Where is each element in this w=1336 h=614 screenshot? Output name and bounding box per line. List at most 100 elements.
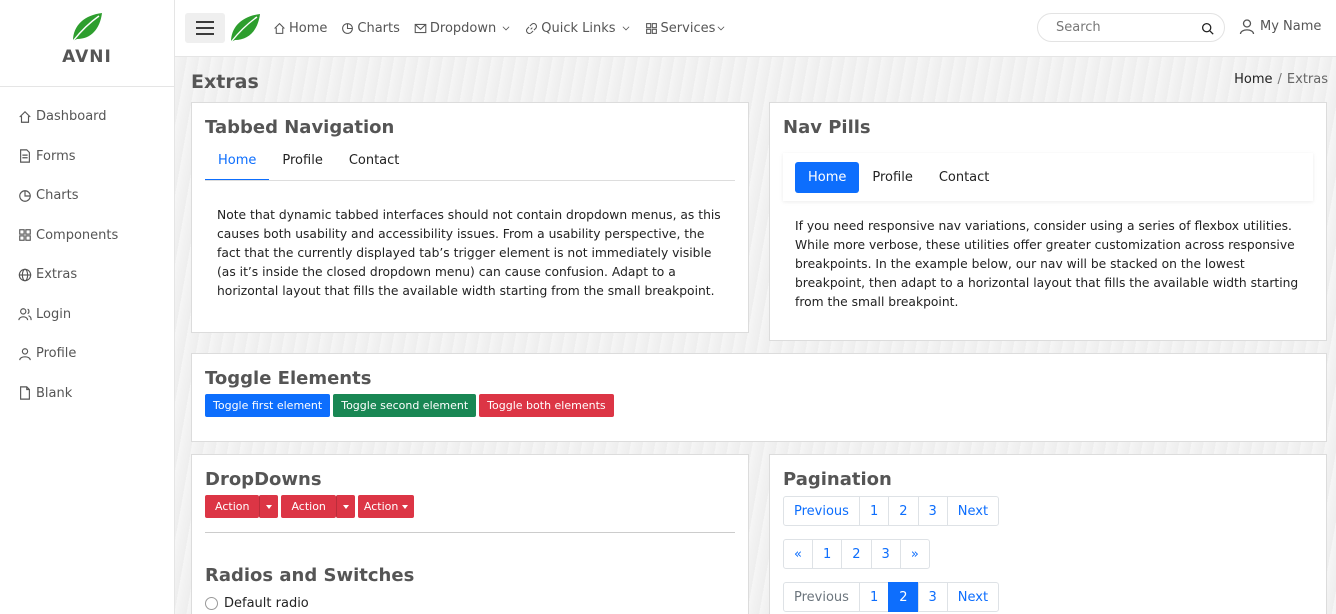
pagination-row: Previous 1 2 3 Next	[783, 582, 1313, 612]
users-icon	[18, 308, 32, 321]
pills-content-text: If you need responsive nav variations, c…	[795, 219, 1299, 309]
card-title: DropDowns	[205, 469, 322, 490]
pill-contact[interactable]: Contact	[926, 162, 1003, 193]
radios-title: Radios and Switches	[205, 565, 415, 586]
topnav-charts[interactable]: Charts	[341, 21, 400, 36]
sidebar-item-label: Forms	[36, 148, 76, 164]
topnav-quick-links[interactable]: Quick Links	[525, 21, 630, 36]
tab-profile[interactable]: Profile	[269, 149, 335, 180]
action-button[interactable]: Action	[281, 495, 336, 518]
topnav-dropdown[interactable]: Dropdown	[414, 21, 511, 36]
page-1[interactable]: 1	[858, 496, 890, 526]
toggle-second-button[interactable]: Toggle second element	[333, 394, 477, 417]
topnav-label: Home	[289, 20, 328, 36]
search-input[interactable]	[1056, 20, 1196, 35]
main-content: Extras Home / Extras Tabbed Navigation Hom…	[175, 57, 1336, 614]
radio-circle[interactable]	[205, 597, 218, 610]
page-2[interactable]: 2	[888, 496, 919, 526]
sidebar: AVNI Dashboard Forms Charts Components E…	[0, 0, 175, 614]
pill-home[interactable]: Home	[795, 161, 860, 193]
file-icon	[20, 149, 30, 163]
pagination-row: « 1 2 3 »	[783, 539, 1313, 569]
mail-icon	[414, 23, 427, 33]
page-2[interactable]: 2	[888, 582, 919, 612]
brand-name: AVNI	[62, 47, 112, 67]
split-dropdown: Action	[281, 495, 355, 518]
globe-icon	[18, 268, 32, 282]
user-menu[interactable]: My Name	[1239, 18, 1321, 35]
sidebar-item-dashboard[interactable]: Dashboard	[0, 97, 174, 137]
page-first[interactable]: «	[783, 539, 813, 569]
toggle-both-button[interactable]: Toggle both elements	[479, 394, 614, 417]
grid-icon	[645, 22, 657, 34]
leaf-logo-icon[interactable]	[227, 12, 263, 44]
topnav-label: Charts	[357, 20, 400, 36]
breadcrumb-home[interactable]: Home	[1234, 72, 1272, 87]
page-3[interactable]: 3	[870, 539, 901, 569]
sidebar-item-login[interactable]: Login	[0, 295, 174, 335]
page-next[interactable]: Next	[946, 496, 1000, 526]
toggle-first-button[interactable]: Toggle first element	[205, 394, 331, 417]
action-label: Action	[363, 500, 399, 513]
tab-content-text: Note that dynamic tabbed interfaces shou…	[217, 208, 721, 298]
page-2[interactable]: 2	[841, 539, 872, 569]
sidebar-item-label: Components	[36, 227, 119, 243]
dropdown-buttons: Action Action Action	[205, 495, 735, 533]
search-icon[interactable]	[1201, 22, 1214, 35]
sidebar-item-forms[interactable]: Forms	[0, 137, 174, 177]
dropdowns-card: DropDowns Action Action Action Radios an…	[191, 454, 749, 614]
topnav-services[interactable]: Services	[645, 21, 727, 36]
tab-list: Home Profile Contact	[205, 149, 735, 181]
tab-contact[interactable]: Contact	[336, 149, 413, 180]
user-icon	[19, 347, 31, 361]
default-radio[interactable]: Default radio	[205, 596, 735, 611]
page-title: Extras	[191, 71, 259, 93]
page-1[interactable]: 1	[811, 539, 843, 569]
page-previous[interactable]: Previous	[783, 496, 860, 526]
page-3[interactable]: 3	[917, 496, 948, 526]
split-dropdown: Action	[205, 495, 279, 518]
breadcrumb: Home / Extras	[1234, 72, 1328, 87]
tabbed-navigation-card: Tabbed Navigation Home Profile Contact N…	[191, 102, 749, 333]
sidebar-item-profile[interactable]: Profile	[0, 334, 174, 374]
page-previous[interactable]: Previous	[783, 582, 860, 612]
page-last[interactable]: »	[899, 539, 930, 569]
pie-chart-icon	[19, 189, 31, 202]
grid-icon	[19, 229, 31, 242]
sidebar-item-label: Profile	[36, 346, 77, 362]
topnav-label: Dropdown	[429, 20, 497, 36]
card-title: Pagination	[783, 469, 892, 490]
topnav-home[interactable]: Home	[273, 21, 327, 36]
breadcrumb-current: Extras	[1286, 72, 1328, 87]
home-icon	[19, 110, 31, 123]
sidebar-item-extras[interactable]: Extras	[0, 255, 174, 295]
menu-toggle-button[interactable]	[185, 13, 225, 43]
top-nav: Home Charts Dropdown Quick Links Service…	[273, 21, 740, 36]
pill-profile[interactable]: Profile	[859, 162, 925, 193]
brand[interactable]: AVNI	[0, 0, 174, 87]
radio-label: Default radio	[224, 596, 309, 611]
sidebar-item-components[interactable]: Components	[0, 216, 174, 256]
pill-list: Home Profile Contact	[783, 153, 1313, 201]
tab-home[interactable]: Home	[205, 149, 270, 180]
chevron-down-icon	[502, 26, 510, 31]
leaf-logo-icon	[72, 13, 102, 42]
hamburger-icon	[196, 21, 214, 35]
sidebar-item-charts[interactable]: Charts	[0, 176, 174, 216]
toggle-buttons: Toggle first element Toggle second elemen…	[205, 394, 1313, 417]
page-3[interactable]: 3	[917, 582, 948, 612]
action-button[interactable]: Action	[205, 495, 260, 518]
sidebar-item-label: Charts	[36, 188, 79, 204]
dropdown-toggle-button[interactable]	[335, 495, 355, 518]
topbar: Home Charts Dropdown Quick Links Service…	[175, 0, 1336, 57]
dropdown-toggle-button[interactable]	[259, 495, 279, 518]
sidebar-item-blank[interactable]: Blank	[0, 374, 174, 414]
sidebar-item-label: Extras	[36, 267, 78, 283]
action-dropdown-button[interactable]: Action	[357, 495, 415, 518]
topnav-label: Quick Links	[541, 20, 616, 36]
page-1[interactable]: 1	[858, 582, 890, 612]
chevron-down-icon	[717, 26, 725, 31]
page-next[interactable]: Next	[946, 582, 1000, 612]
toggle-elements-card: Toggle Elements Toggle first element Togg…	[191, 353, 1327, 442]
topnav-label: Services	[660, 20, 716, 36]
